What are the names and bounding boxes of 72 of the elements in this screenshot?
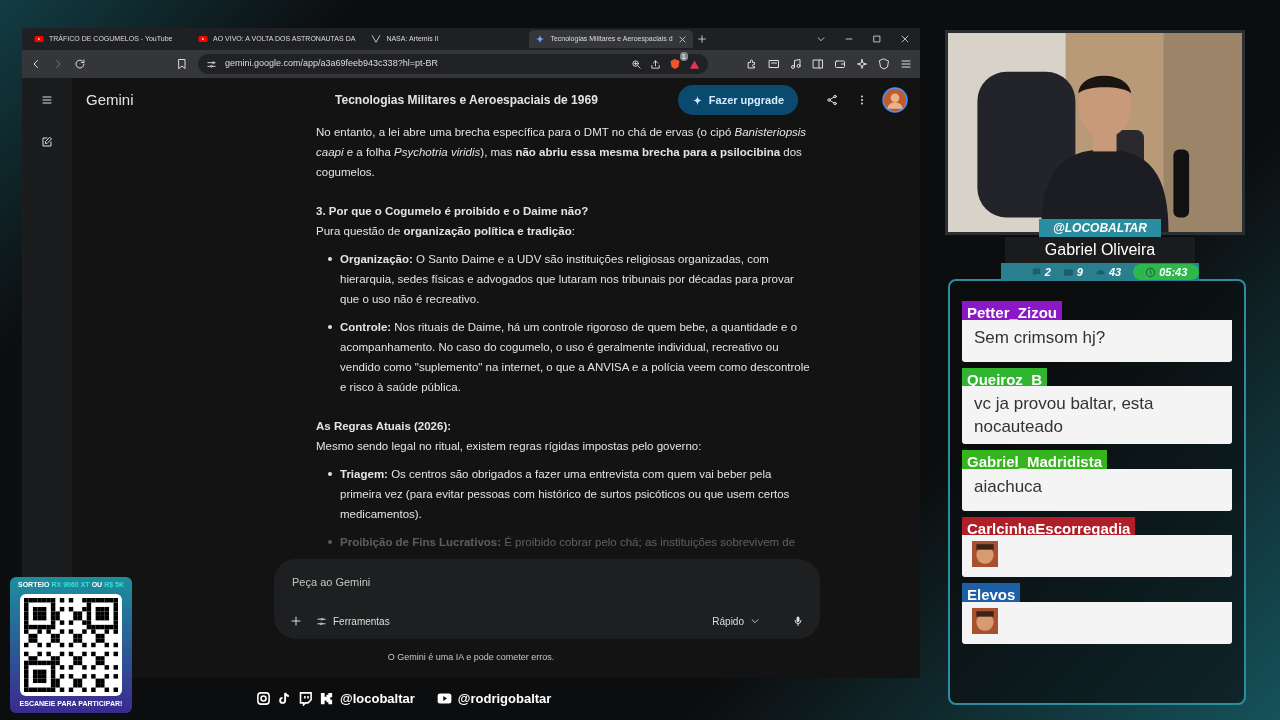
close-icon[interactable] bbox=[900, 34, 910, 44]
streamer-handle: @LOCOBALTAR bbox=[1039, 219, 1161, 237]
sliders-icon bbox=[316, 615, 327, 627]
emote-icon bbox=[972, 607, 998, 634]
social-handle: @rodrigobaltar bbox=[457, 690, 552, 708]
chevron-down-icon bbox=[750, 616, 760, 626]
plus-icon[interactable] bbox=[290, 615, 302, 627]
sparkle-icon bbox=[691, 94, 703, 106]
youtube-icon[interactable] bbox=[436, 691, 452, 707]
triangle-icon[interactable] bbox=[689, 58, 700, 70]
new-tab-icon[interactable] bbox=[696, 34, 707, 44]
bullet-text: Controle: Nos rituais de Daime, há um controle rigoroso de quem bebe, a quantidade e o acompanhamento. No caso do cogumelo, o uso é geralmente individual, recreativo ou vendido como "suplemento" na internet, o que a ANVISA e a polícia veem como descontrole e risco à saúde pública. bbox=[340, 320, 811, 395]
puzzle-icon[interactable] bbox=[746, 58, 758, 70]
new-chat-icon[interactable] bbox=[41, 136, 53, 148]
emote-icon bbox=[972, 541, 998, 567]
sparkle-icon[interactable] bbox=[856, 58, 868, 70]
shield-count: 1 bbox=[679, 52, 688, 61]
twitch-icon[interactable] bbox=[298, 691, 313, 707]
instagram-icon[interactable] bbox=[256, 691, 271, 707]
sidebar-icon[interactable] bbox=[812, 58, 824, 70]
stat-count: 43 bbox=[1108, 265, 1122, 279]
reader-icon[interactable] bbox=[768, 58, 780, 70]
chat-message: aiachuca bbox=[962, 468, 1232, 511]
chat-message: vc ja provou baltar, esta nocauteado bbox=[962, 386, 1232, 444]
share-icon[interactable] bbox=[650, 58, 661, 70]
bullet-text: Proibição de Fins Lucrativos: É proibido cobrar pelo chá; as instituições sobrevivem de bbox=[340, 535, 796, 550]
social-handle: @locobaltar bbox=[340, 690, 415, 708]
microphone-icon[interactable] bbox=[792, 615, 804, 627]
tools-button[interactable]: Ferramentas bbox=[316, 613, 390, 629]
upgrade-button[interactable]: Fazer upgrade bbox=[677, 84, 798, 116]
share-icon[interactable] bbox=[826, 94, 838, 106]
chevron-down-icon[interactable] bbox=[816, 34, 826, 44]
vpn-icon[interactable] bbox=[878, 58, 890, 70]
menu-icon[interactable] bbox=[900, 58, 912, 70]
stat-count: 2 bbox=[1044, 265, 1051, 279]
shield-icon[interactable] bbox=[669, 58, 681, 70]
bookmark-icon[interactable] bbox=[176, 58, 188, 70]
qr-code-icon[interactable] bbox=[24, 597, 118, 692]
wallet-icon[interactable] bbox=[834, 58, 846, 70]
site-settings-icon[interactable] bbox=[206, 58, 217, 70]
prompt-box[interactable]: Peça ao Gemini Ferramentas Rápido bbox=[274, 558, 820, 639]
paragraph: No entanto, a lei abre uma brecha específica para o DMT no chá de ervas (o cipó Banisteriopsis caapi e a folha Psychotria viridis), mas não abriu essa mesma brecha para a psilocibina dos cogumelos. bbox=[316, 125, 808, 180]
chat-bubble-icon bbox=[1030, 266, 1042, 278]
stat-count: 05:43 bbox=[1159, 265, 1188, 279]
avatar-icon[interactable] bbox=[882, 87, 908, 113]
menu-icon[interactable] bbox=[41, 94, 53, 106]
section-heading: 3. Por que o Cogumelo é proibido e o Daime não? bbox=[316, 204, 590, 219]
music-icon[interactable] bbox=[790, 58, 802, 70]
bullet-text: Organização: O Santo Daime e a UDV são instituições religiosas organizadas, com hierarquia, sedes físicas e advogados que lutaram nos tribunais por décadas para provar que o uso não é recreativo. bbox=[340, 252, 795, 307]
kick-icon[interactable] bbox=[319, 691, 334, 707]
youtube-icon bbox=[34, 34, 44, 44]
chat-title: Tecnologias Militares e Aeroespaciais de 1969 bbox=[335, 92, 598, 109]
youtube-icon bbox=[198, 34, 208, 44]
clock-icon bbox=[1145, 266, 1157, 278]
section-heading: As Regras Atuais (2026): bbox=[316, 419, 453, 434]
brand-name[interactable]: Gemini bbox=[86, 88, 134, 112]
tiktok-icon[interactable] bbox=[277, 691, 292, 707]
streamer-name: Gabriel Oliveira bbox=[1004, 237, 1196, 263]
reload-icon[interactable] bbox=[74, 58, 86, 70]
video-icon bbox=[1062, 266, 1074, 278]
site-icon bbox=[371, 34, 382, 44]
paragraph: Pura questão de organização política e tradição: bbox=[316, 224, 576, 239]
mode-dropdown[interactable]: Rápido bbox=[712, 613, 760, 629]
paragraph: Mesmo sendo legal no ritual, existem regras rígidas impostas pelo governo: bbox=[316, 439, 703, 454]
zoom-icon[interactable] bbox=[631, 58, 642, 70]
disclaimer: O Gemini é uma IA e pode cometer erros. bbox=[386, 650, 556, 664]
maximize-icon[interactable] bbox=[872, 34, 882, 44]
bullet-text: Triagem: Os centros são obrigados a fazer uma entrevista com quem vai beber pela primeira vez (para evitar pessoas com histórico de surtos psicóticos ou que usem certos medicamentos). bbox=[340, 467, 791, 522]
chat-message: Sem crimsom hj? bbox=[962, 319, 1232, 362]
close-icon[interactable] bbox=[677, 34, 687, 44]
address-text[interactable]: gemini.google.com/app/a3a69feeb943c338?hl=pt-BR bbox=[225, 57, 623, 71]
stat-count: 9 bbox=[1076, 265, 1083, 279]
